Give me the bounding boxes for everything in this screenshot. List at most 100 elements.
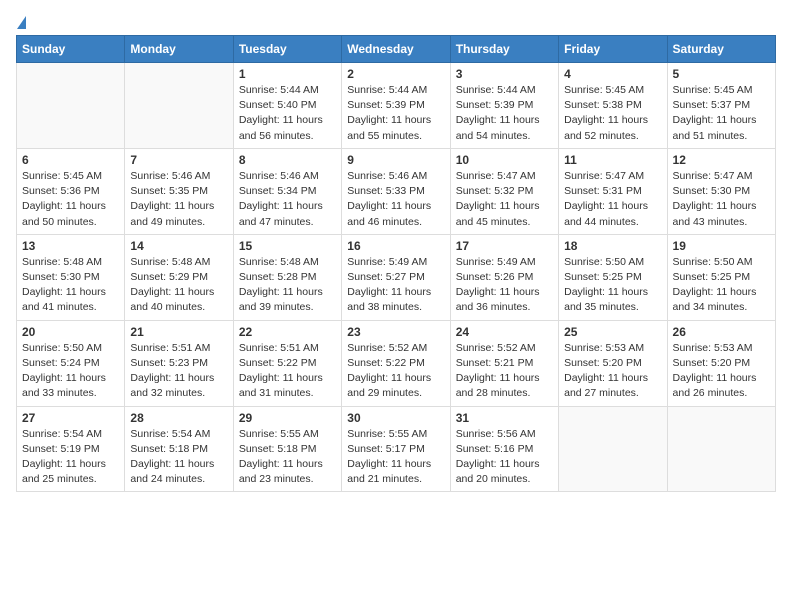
calendar-day-cell: 8 Sunrise: 5:46 AMSunset: 5:34 PMDaylight…	[233, 148, 341, 234]
calendar-day-cell: 1 Sunrise: 5:44 AMSunset: 5:40 PMDaylight…	[233, 63, 341, 149]
calendar-day-cell: 28 Sunrise: 5:54 AMSunset: 5:18 PMDayligh…	[125, 406, 233, 492]
page-header	[16, 16, 776, 31]
day-number: 12	[673, 153, 770, 167]
calendar-day-cell: 10Sunrise: 5:47 AMSunset: 5:32 PMDayligh…	[450, 148, 558, 234]
calendar-day-cell	[17, 63, 125, 149]
calendar-day-cell: 25 Sunrise: 5:53 AMSunset: 5:20 PMDayligh…	[559, 320, 667, 406]
day-info: Sunrise: 5:51 AMSunset: 5:23 PMDaylight:…	[130, 341, 227, 402]
day-info: Sunrise: 5:53 AMSunset: 5:20 PMDaylight:…	[564, 341, 661, 402]
calendar-day-cell: 6 Sunrise: 5:45 AMSunset: 5:36 PMDaylight…	[17, 148, 125, 234]
day-number: 31	[456, 411, 553, 425]
calendar-week-row: 6 Sunrise: 5:45 AMSunset: 5:36 PMDaylight…	[17, 148, 776, 234]
calendar-day-cell: 23 Sunrise: 5:52 AMSunset: 5:22 PMDayligh…	[342, 320, 450, 406]
day-number: 5	[673, 67, 770, 81]
day-number: 21	[130, 325, 227, 339]
calendar-day-cell: 2 Sunrise: 5:44 AMSunset: 5:39 PMDaylight…	[342, 63, 450, 149]
day-info: Sunrise: 5:55 AMSunset: 5:17 PMDaylight:…	[347, 427, 444, 488]
calendar-day-cell: 27 Sunrise: 5:54 AMSunset: 5:19 PMDayligh…	[17, 406, 125, 492]
calendar-day-cell: 3 Sunrise: 5:44 AMSunset: 5:39 PMDaylight…	[450, 63, 558, 149]
day-number: 15	[239, 239, 336, 253]
day-info: Sunrise: 5:47 AMSunset: 5:31 PMDaylight:…	[564, 169, 661, 230]
day-info: Sunrise: 5:46 AMSunset: 5:34 PMDaylight:…	[239, 169, 336, 230]
calendar-day-cell: 20Sunrise: 5:50 AMSunset: 5:24 PMDayligh…	[17, 320, 125, 406]
day-info: Sunrise: 5:54 AMSunset: 5:19 PMDaylight:…	[22, 427, 119, 488]
calendar-week-row: 20Sunrise: 5:50 AMSunset: 5:24 PMDayligh…	[17, 320, 776, 406]
day-info: Sunrise: 5:55 AMSunset: 5:18 PMDaylight:…	[239, 427, 336, 488]
day-of-week-header: Saturday	[667, 36, 775, 63]
calendar-day-cell: 29Sunrise: 5:55 AMSunset: 5:18 PMDayligh…	[233, 406, 341, 492]
day-of-week-header: Monday	[125, 36, 233, 63]
calendar-day-cell: 31Sunrise: 5:56 AMSunset: 5:16 PMDayligh…	[450, 406, 558, 492]
calendar-day-cell	[559, 406, 667, 492]
logo	[16, 16, 26, 31]
calendar-day-cell: 15 Sunrise: 5:48 AMSunset: 5:28 PMDayligh…	[233, 234, 341, 320]
calendar-day-cell: 4Sunrise: 5:45 AMSunset: 5:38 PMDaylight…	[559, 63, 667, 149]
calendar-day-cell: 12 Sunrise: 5:47 AMSunset: 5:30 PMDayligh…	[667, 148, 775, 234]
day-number: 9	[347, 153, 444, 167]
calendar-week-row: 27 Sunrise: 5:54 AMSunset: 5:19 PMDayligh…	[17, 406, 776, 492]
day-of-week-header: Sunday	[17, 36, 125, 63]
day-of-week-header: Wednesday	[342, 36, 450, 63]
calendar-table: SundayMondayTuesdayWednesdayThursdayFrid…	[16, 35, 776, 492]
day-of-week-header: Tuesday	[233, 36, 341, 63]
calendar-day-cell	[667, 406, 775, 492]
day-number: 28	[130, 411, 227, 425]
day-info: Sunrise: 5:49 AMSunset: 5:27 PMDaylight:…	[347, 255, 444, 316]
calendar-day-cell: 21 Sunrise: 5:51 AMSunset: 5:23 PMDayligh…	[125, 320, 233, 406]
calendar-header-row: SundayMondayTuesdayWednesdayThursdayFrid…	[17, 36, 776, 63]
day-number: 6	[22, 153, 119, 167]
calendar-day-cell: 17Sunrise: 5:49 AMSunset: 5:26 PMDayligh…	[450, 234, 558, 320]
day-info: Sunrise: 5:53 AMSunset: 5:20 PMDaylight:…	[673, 341, 770, 402]
day-number: 30	[347, 411, 444, 425]
calendar-day-cell: 19Sunrise: 5:50 AMSunset: 5:25 PMDayligh…	[667, 234, 775, 320]
calendar-week-row: 13Sunrise: 5:48 AMSunset: 5:30 PMDayligh…	[17, 234, 776, 320]
day-info: Sunrise: 5:48 AMSunset: 5:28 PMDaylight:…	[239, 255, 336, 316]
day-info: Sunrise: 5:45 AMSunset: 5:37 PMDaylight:…	[673, 83, 770, 144]
calendar-day-cell	[125, 63, 233, 149]
calendar-week-row: 1 Sunrise: 5:44 AMSunset: 5:40 PMDaylight…	[17, 63, 776, 149]
day-info: Sunrise: 5:54 AMSunset: 5:18 PMDaylight:…	[130, 427, 227, 488]
day-info: Sunrise: 5:52 AMSunset: 5:21 PMDaylight:…	[456, 341, 553, 402]
calendar-day-cell: 30 Sunrise: 5:55 AMSunset: 5:17 PMDayligh…	[342, 406, 450, 492]
calendar-day-cell: 11 Sunrise: 5:47 AMSunset: 5:31 PMDayligh…	[559, 148, 667, 234]
day-number: 11	[564, 153, 661, 167]
day-info: Sunrise: 5:52 AMSunset: 5:22 PMDaylight:…	[347, 341, 444, 402]
day-info: Sunrise: 5:48 AMSunset: 5:29 PMDaylight:…	[130, 255, 227, 316]
day-number: 2	[347, 67, 444, 81]
day-info: Sunrise: 5:46 AMSunset: 5:35 PMDaylight:…	[130, 169, 227, 230]
day-number: 3	[456, 67, 553, 81]
day-number: 7	[130, 153, 227, 167]
day-of-week-header: Friday	[559, 36, 667, 63]
day-number: 24	[456, 325, 553, 339]
calendar-day-cell: 5 Sunrise: 5:45 AMSunset: 5:37 PMDaylight…	[667, 63, 775, 149]
day-of-week-header: Thursday	[450, 36, 558, 63]
day-number: 22	[239, 325, 336, 339]
day-number: 23	[347, 325, 444, 339]
day-number: 14	[130, 239, 227, 253]
day-number: 27	[22, 411, 119, 425]
calendar-day-cell: 24 Sunrise: 5:52 AMSunset: 5:21 PMDayligh…	[450, 320, 558, 406]
day-info: Sunrise: 5:50 AMSunset: 5:25 PMDaylight:…	[673, 255, 770, 316]
day-number: 10	[456, 153, 553, 167]
day-info: Sunrise: 5:46 AMSunset: 5:33 PMDaylight:…	[347, 169, 444, 230]
day-info: Sunrise: 5:44 AMSunset: 5:40 PMDaylight:…	[239, 83, 336, 144]
day-info: Sunrise: 5:44 AMSunset: 5:39 PMDaylight:…	[347, 83, 444, 144]
day-info: Sunrise: 5:51 AMSunset: 5:22 PMDaylight:…	[239, 341, 336, 402]
day-info: Sunrise: 5:45 AMSunset: 5:36 PMDaylight:…	[22, 169, 119, 230]
day-number: 16	[347, 239, 444, 253]
day-number: 1	[239, 67, 336, 81]
calendar-day-cell: 18 Sunrise: 5:50 AMSunset: 5:25 PMDayligh…	[559, 234, 667, 320]
day-number: 13	[22, 239, 119, 253]
day-info: Sunrise: 5:45 AMSunset: 5:38 PMDaylight:…	[564, 83, 661, 144]
day-number: 18	[564, 239, 661, 253]
calendar-day-cell: 26 Sunrise: 5:53 AMSunset: 5:20 PMDayligh…	[667, 320, 775, 406]
calendar-day-cell: 22 Sunrise: 5:51 AMSunset: 5:22 PMDayligh…	[233, 320, 341, 406]
day-number: 26	[673, 325, 770, 339]
calendar-day-cell: 9 Sunrise: 5:46 AMSunset: 5:33 PMDaylight…	[342, 148, 450, 234]
day-number: 8	[239, 153, 336, 167]
day-info: Sunrise: 5:47 AMSunset: 5:30 PMDaylight:…	[673, 169, 770, 230]
day-info: Sunrise: 5:44 AMSunset: 5:39 PMDaylight:…	[456, 83, 553, 144]
day-number: 25	[564, 325, 661, 339]
day-info: Sunrise: 5:50 AMSunset: 5:25 PMDaylight:…	[564, 255, 661, 316]
day-number: 17	[456, 239, 553, 253]
